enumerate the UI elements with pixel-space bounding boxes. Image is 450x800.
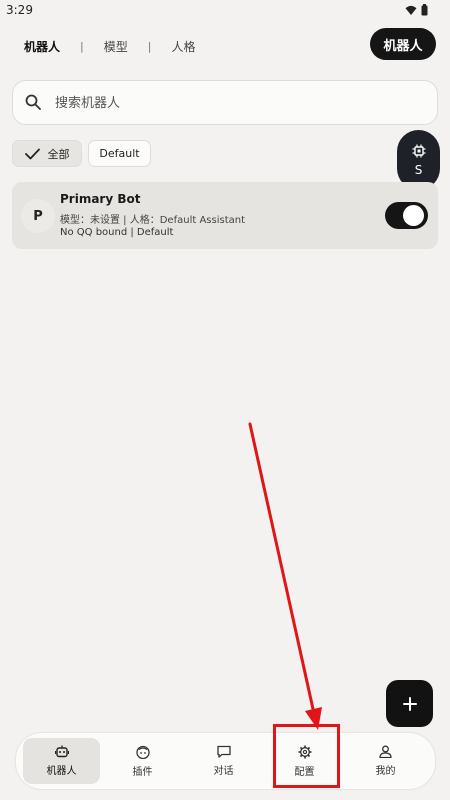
nav-item-robots[interactable]: 机器人 — [23, 738, 100, 784]
tab-robots[interactable]: 机器人 — [24, 38, 60, 55]
nav-item-chat[interactable]: 对话 — [185, 738, 262, 784]
filter-chip-all[interactable]: 全部 — [12, 140, 82, 167]
bot-card[interactable]: P Primary Bot 模型：未设置 | 人格：Default Assist… — [12, 182, 438, 249]
plugin-icon — [135, 745, 150, 759]
nav-label-plugins: 插件 — [132, 766, 153, 778]
robot-header-chip-label: 机器人 — [383, 38, 423, 54]
battery-icon — [421, 4, 428, 16]
status-bar: 3:29 — [0, 0, 450, 22]
nav-label-robots: 机器人 — [46, 766, 77, 777]
nav-label-profile: 我的 — [375, 766, 396, 777]
tab-personas[interactable]: 人格 — [171, 38, 195, 55]
search-input[interactable] — [55, 92, 415, 114]
screen: 3:29 机器人 | 模型 | 人格 机器人 全部 — [0, 0, 450, 800]
status-icons — [405, 4, 428, 16]
avatar: P — [21, 199, 55, 233]
annotation-highlight-box — [273, 724, 340, 788]
tab-models[interactable]: 模型 — [104, 38, 128, 55]
filter-chip-all-label: 全部 — [47, 147, 70, 161]
bot-meta-line2: No QQ bound | Default — [60, 227, 174, 238]
plus-icon — [402, 696, 417, 711]
wifi-icon — [405, 5, 417, 15]
search-bar[interactable] — [12, 80, 438, 125]
bot-meta-line1: 模型：未设置 | 人格：Default Assistant — [60, 215, 245, 226]
bottom-nav: 机器人 插件 对话 配置 我的 — [16, 733, 435, 789]
search-icon — [25, 94, 41, 110]
tab-separator: | — [80, 40, 84, 53]
nav-item-plugins[interactable]: 插件 — [104, 738, 181, 784]
tab-separator: | — [147, 40, 152, 53]
bot-enabled-toggle[interactable] — [385, 202, 428, 229]
bot-name: Primary Bot — [60, 192, 141, 206]
robot-icon — [54, 745, 69, 758]
avatar-letter: P — [33, 208, 43, 224]
filter-chip-default[interactable]: Default — [88, 140, 151, 167]
chat-icon — [216, 745, 231, 758]
status-time: 3:29 — [6, 3, 33, 17]
person-icon — [379, 745, 392, 758]
nav-item-profile[interactable]: 我的 — [347, 738, 424, 784]
add-bot-button[interactable] — [386, 680, 433, 727]
side-fab-label: S — [414, 162, 423, 177]
toggle-knob — [403, 205, 424, 226]
side-floating-button[interactable]: S — [397, 130, 440, 190]
robot-header-chip[interactable]: 机器人 — [370, 28, 436, 60]
chip-icon — [412, 144, 425, 157]
top-tabs: 机器人 | 模型 | 人格 — [24, 38, 195, 55]
filter-chip-default-label: Default — [99, 147, 140, 160]
check-icon — [24, 148, 40, 159]
nav-label-chat: 对话 — [213, 766, 234, 777]
